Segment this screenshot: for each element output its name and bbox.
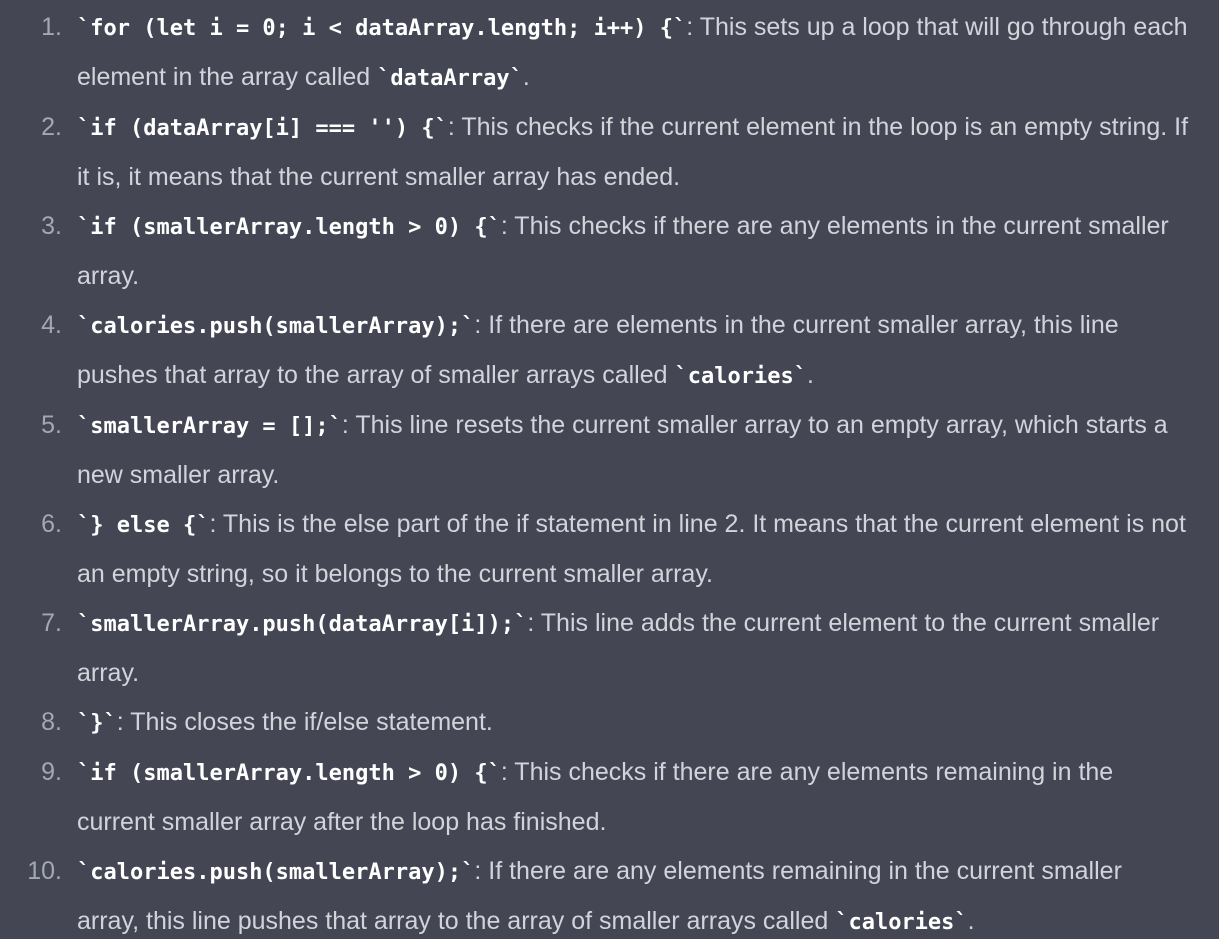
item-text-end: . xyxy=(522,63,530,91)
inline-code: calories xyxy=(675,364,807,389)
list-item: 3.if (smallerArray.length > 0) {: This c… xyxy=(0,202,1219,301)
list-item: 9.if (smallerArray.length > 0) {: This c… xyxy=(0,748,1219,847)
list-item: 4.calories.push(smallerArray);: If there… xyxy=(0,301,1219,401)
item-text: : This closes the if/else statement. xyxy=(116,708,493,736)
list-item: 7.smallerArray.push(dataArray[i]);: This… xyxy=(0,599,1219,698)
inline-code: calories xyxy=(835,910,967,935)
list-number: 7. xyxy=(41,609,62,637)
item-text-end: . xyxy=(806,361,814,389)
item-text: : This is the else part of the if statem… xyxy=(77,510,1186,588)
list-number: 4. xyxy=(41,311,62,339)
inline-code: calories.push(smallerArray); xyxy=(77,314,474,339)
list-number: 9. xyxy=(41,758,62,786)
inline-code: if (smallerArray.length > 0) { xyxy=(77,215,501,240)
list-number: 10. xyxy=(27,857,62,885)
inline-code: if (smallerArray.length > 0) { xyxy=(77,761,501,786)
list-item: 2.if (dataArray[i] === '') {: This check… xyxy=(0,103,1219,202)
list-item: 6. } else {: This is the else part of the… xyxy=(0,500,1219,599)
inline-code: } else { xyxy=(77,513,209,538)
list-item: 5.smallerArray = [];: This line resets t… xyxy=(0,401,1219,500)
item-text-end: . xyxy=(967,907,975,935)
inline-code: smallerArray.push(dataArray[i]); xyxy=(77,612,527,637)
inline-code: } xyxy=(77,711,117,736)
inline-code: smallerArray = []; xyxy=(77,414,342,439)
list-number: 5. xyxy=(41,411,62,439)
inline-code: calories.push(smallerArray); xyxy=(77,860,474,885)
list-item: 8.}: This closes the if/else statement. xyxy=(0,698,1219,748)
explanation-list: 1. for (let i = 0; i < dataArray.length; … xyxy=(0,0,1219,939)
inline-code: for (let i = 0; i < dataArray.length; i+… xyxy=(77,16,686,41)
inline-code: if (dataArray[i] === '') { xyxy=(77,116,448,141)
list-item: 1. for (let i = 0; i < dataArray.length; … xyxy=(0,3,1219,103)
list-number: 2. xyxy=(41,113,62,141)
assistant-message: 1. for (let i = 0; i < dataArray.length; … xyxy=(0,0,1219,939)
list-number: 6. xyxy=(41,510,62,538)
list-number: 3. xyxy=(41,212,62,240)
list-number: 1. xyxy=(41,13,62,41)
list-number: 8. xyxy=(41,708,62,736)
inline-code: dataArray xyxy=(377,66,523,91)
list-item: 10.calories.push(smallerArray);: If ther… xyxy=(0,847,1219,939)
